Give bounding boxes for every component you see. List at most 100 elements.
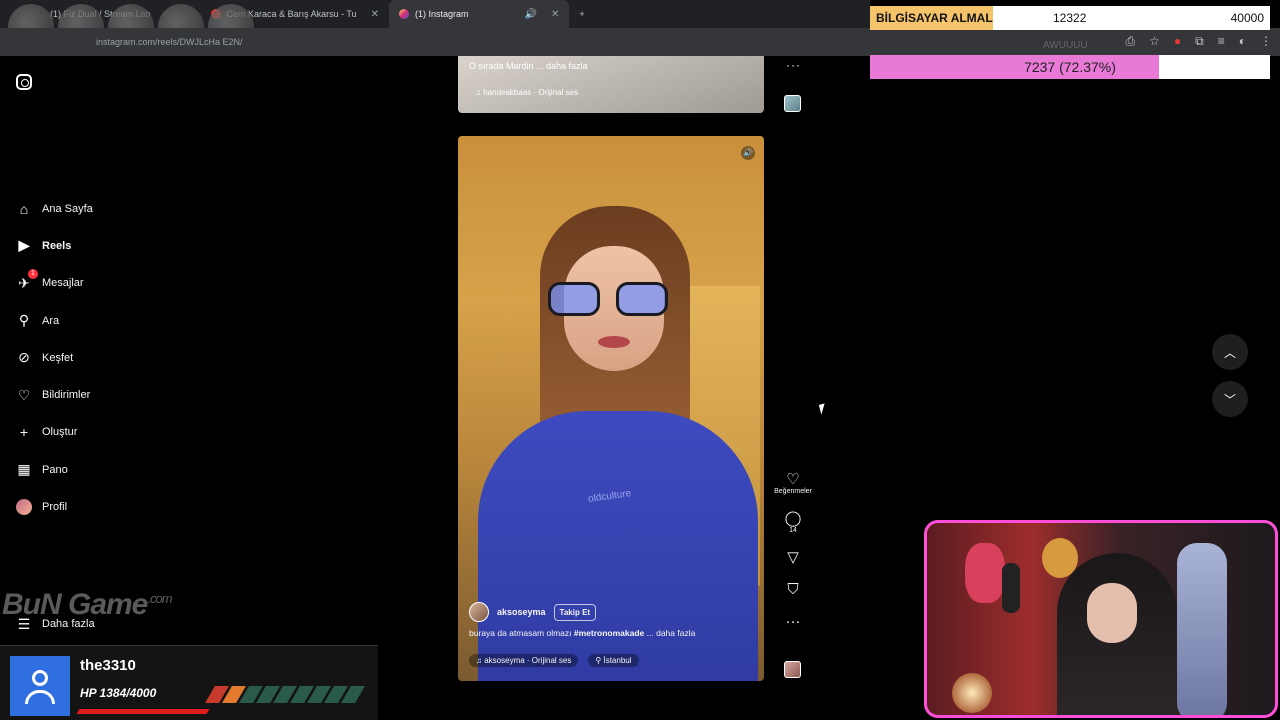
sweater-print: oldculture	[587, 488, 632, 505]
sidebar-item-label: Daha fazla	[42, 618, 95, 630]
reel-meta: ♫ aksoseyma · Orijinal ses ⚲ İstanbul	[469, 654, 639, 667]
url-field[interactable]: instagram.com/reels/DWJLcHa E2N/	[96, 37, 243, 47]
sidebar-item-home[interactable]: ⌂ Ana Sayfa	[16, 190, 93, 227]
heart-icon: ♡	[17, 386, 31, 403]
viewer-hp-overlay: the3310 HP 1384/4000	[0, 645, 378, 720]
puzzle-icon[interactable]: ⧉	[1195, 34, 1204, 49]
more-options-icon[interactable]: ···	[786, 58, 801, 72]
follow-button[interactable]: Takip Et	[553, 603, 597, 621]
install-icon[interactable]: ⎙	[1126, 34, 1136, 49]
sidebar-item-label: Ana Sayfa	[42, 202, 93, 215]
browser-tab-bar: (1) Fiz Dual / Stream Lab Cem Karaca & B…	[0, 0, 870, 50]
star-icon[interactable]: ☆	[1149, 34, 1160, 49]
media-icon[interactable]: ≡	[1218, 34, 1225, 49]
close-tab-icon[interactable]: ✕	[371, 9, 379, 20]
person-sweater: oldculture	[478, 411, 758, 681]
like-button[interactable]: ♡ Beğenmeler	[774, 472, 812, 496]
username[interactable]: aksoseyma	[497, 607, 546, 617]
sidebar-item-label: Mesajlar	[42, 277, 84, 290]
reel-author: aksoseyma Takip Et	[469, 602, 597, 622]
sidebar-item-label: Profil	[42, 501, 68, 514]
streamer-face	[1087, 583, 1137, 643]
sidebar-item-label: Ara	[42, 314, 60, 327]
home-icon: ⌂	[19, 200, 29, 217]
more-options-button[interactable]: ···	[786, 614, 801, 630]
sidebar-item-reels[interactable]: ▶ Reels	[16, 227, 93, 264]
new-tab-button[interactable]: +	[569, 0, 594, 28]
sidebar-item-search[interactable]: ⚲ Ara	[16, 302, 93, 339]
location-label: İstanbul	[603, 656, 632, 665]
sidebar-item-explore[interactable]: ⊘ Keşfet	[16, 339, 93, 376]
overlay-text: AWUUUU	[1043, 40, 1088, 51]
profile-icon[interactable]: ◐	[1239, 34, 1246, 49]
audio-thumbnail[interactable]	[784, 95, 801, 112]
browser-tab-active[interactable]: (1) Instagram 🔊 ✕	[389, 0, 570, 28]
glasses	[548, 282, 672, 318]
reel-caption: buraya da atmasam olmazı #metronomakade …	[469, 628, 695, 638]
current-reel-video[interactable]: oldculture 🔊 aksoseyma Takip Et buraya d…	[458, 136, 764, 681]
microphone	[1002, 563, 1020, 613]
address-bar: instagram.com/reels/DWJLcHa E2N/	[0, 28, 1280, 56]
hp-bar	[76, 709, 210, 714]
sidebar-item-dashboard[interactable]: ▦ Pano	[16, 451, 93, 488]
share-button[interactable]: ▽	[787, 550, 799, 566]
close-tab-icon[interactable]: ✕	[551, 9, 559, 20]
hp-segments	[205, 686, 365, 703]
dashboard-icon: ▦	[17, 461, 31, 478]
browser-toolbar: ⎙ ☆ ● ⧉ ≡ ◐ ⋮	[1126, 34, 1272, 49]
sidebar-item-label: Reels	[42, 239, 72, 252]
notification-badge: 1	[28, 269, 38, 280]
goal-target: 40000	[1230, 11, 1264, 25]
reel-audio[interactable]: ♫ handeakbaas · Orijinal ses	[475, 88, 578, 97]
send-icon: ▽	[787, 549, 799, 566]
likes-label: Beğenmeler	[774, 488, 812, 495]
volume-icon[interactable]: 🔊	[741, 146, 755, 160]
avatar-head	[32, 670, 48, 686]
bookmark-icon: ⛉	[787, 581, 799, 598]
reels-icon: ▶	[18, 237, 30, 254]
instagram-logo-icon[interactable]	[16, 74, 32, 90]
sidebar-item-profile[interactable]: Profil	[16, 488, 93, 525]
goal-name: BİLGİSAYAR ALMALIYIM 2	[870, 6, 993, 30]
sidebar-item-notifications[interactable]: ♡ Bildirimler	[16, 376, 93, 413]
webcam-overlay	[924, 520, 1278, 718]
avatar	[16, 499, 32, 516]
reel-actions: ♡ Beğenmeler ◯ 14 ▽ ⛉ ···	[770, 472, 816, 646]
sidebar-item-label: Bildirimler	[42, 389, 91, 402]
tab-label: (1) Instagram	[415, 9, 469, 19]
hamburger-menu-icon: ☰	[17, 615, 31, 632]
compass-icon: ⊘	[18, 349, 30, 366]
messenger-icon: ✈ 1	[16, 269, 38, 291]
chevron-down-icon: ﹀	[1223, 392, 1236, 407]
mouse-cursor	[818, 403, 828, 415]
viewer-name: the3310	[80, 657, 136, 674]
menu-kebab-icon[interactable]: ⋮	[1260, 34, 1272, 49]
avatar[interactable]	[469, 602, 489, 622]
music-note-icon: ♫	[476, 656, 485, 665]
caption-text: buraya da atmasam olmazı	[469, 628, 574, 638]
comment-button[interactable]: ◯ 14	[785, 511, 802, 535]
previous-reel[interactable]: O sırada Mardin ... daha fazla ♫ handeak…	[458, 56, 764, 113]
gaming-chair	[1177, 543, 1227, 715]
more-link[interactable]: ... daha fazla	[644, 628, 696, 638]
audio-thumbnail[interactable]	[784, 661, 801, 678]
next-reel-button[interactable]: ﹀	[1212, 381, 1248, 417]
sidebar-item-messages[interactable]: ✈ 1 Mesajlar	[16, 265, 93, 302]
audio-pill[interactable]: ♫ aksoseyma · Orijinal ses	[469, 654, 579, 667]
previous-reel-button[interactable]: ︿	[1212, 334, 1248, 370]
location-pill[interactable]: ⚲ İstanbul	[588, 654, 639, 667]
save-button[interactable]: ⛉	[787, 582, 798, 598]
more-options-icon: ···	[785, 613, 801, 630]
sidebar-item-more[interactable]: ☰ Daha fazla	[16, 616, 95, 632]
stream-screen: (1) Fiz Dual / Stream Lab Cem Karaca & B…	[0, 0, 1280, 720]
sidebar-item-create[interactable]: + Oluştur	[16, 414, 93, 451]
glasses-lens	[548, 282, 600, 316]
lamp	[952, 673, 992, 713]
plus-icon: +	[19, 424, 29, 441]
glasses-lens	[616, 282, 668, 316]
hashtag-link[interactable]: #metronomakade	[574, 628, 644, 638]
speaker-icon[interactable]: 🔊	[525, 9, 537, 20]
extension-red-icon[interactable]: ●	[1174, 34, 1181, 49]
goal-progress-bar: 7237 (72.37%)	[870, 55, 1270, 79]
search-icon: ⚲	[18, 312, 30, 329]
